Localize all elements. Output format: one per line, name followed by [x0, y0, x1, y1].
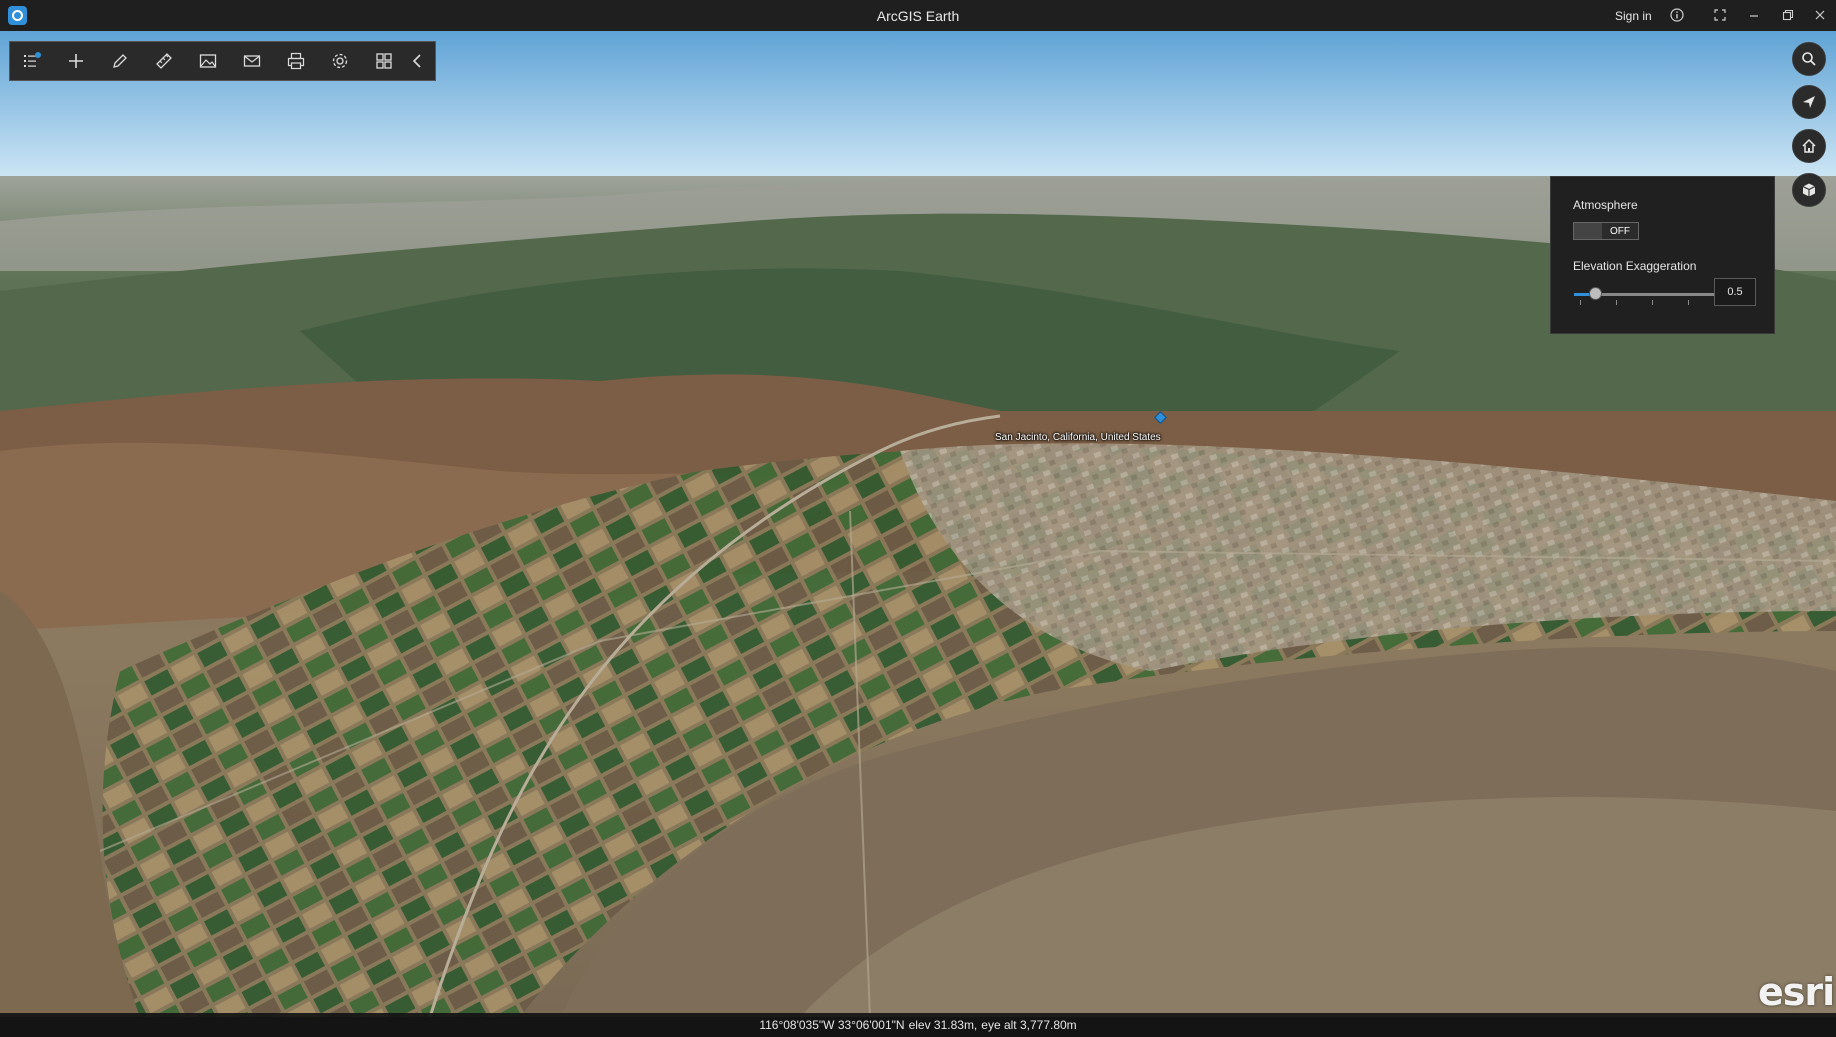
coordinates-readout: 116°08'035"W 33°06'001"N	[759, 1018, 905, 1032]
info-icon[interactable]	[1669, 7, 1685, 23]
plus-icon[interactable]	[54, 42, 98, 80]
status-bar: 116°08'035"W 33°06'001"N elev 31.83m, ey…	[0, 1013, 1836, 1037]
search-button[interactable]	[1792, 42, 1826, 76]
scene-settings-panel: Atmosphere OFF Elevation Exaggeration 0.…	[1550, 176, 1775, 334]
eye-altitude-readout: eye alt 3,777.80m	[981, 1018, 1077, 1032]
fullscreen-icon[interactable]	[1712, 7, 1728, 23]
scene-settings-button[interactable]	[1792, 173, 1826, 207]
navigation-arrow-icon	[1803, 96, 1815, 108]
search-icon	[1802, 52, 1816, 66]
arcgis-earth-window: ArcGIS Earth Sign in San Jacinto, Califo…	[0, 0, 1836, 1037]
restore-icon[interactable]	[1780, 7, 1796, 23]
image-icon[interactable]	[186, 42, 230, 80]
atmosphere-state: OFF	[1610, 225, 1630, 237]
ruler-icon[interactable]	[142, 42, 186, 80]
atmosphere-toggle[interactable]: OFF	[1573, 222, 1639, 240]
main-toolbar	[9, 41, 436, 81]
navigate-button[interactable]	[1792, 85, 1826, 119]
sign-in-link[interactable]: Sign in	[1615, 9, 1652, 23]
pencil-icon[interactable]	[98, 42, 142, 80]
minimize-icon[interactable]	[1746, 7, 1762, 23]
chevron-left-icon[interactable]	[406, 42, 430, 80]
mail-icon[interactable]	[230, 42, 274, 80]
elevation-exaggeration-input[interactable]: 0.5	[1714, 278, 1756, 306]
home-icon	[1802, 138, 1816, 153]
gear-icon[interactable]	[318, 42, 362, 80]
window-title: ArcGIS Earth	[876, 8, 960, 24]
grid-icon[interactable]	[362, 42, 406, 80]
title-bar: ArcGIS Earth Sign in	[0, 0, 1836, 31]
atmosphere-label: Atmosphere	[1573, 198, 1638, 212]
app-logo-icon	[8, 6, 27, 25]
cube-icon	[1802, 183, 1816, 197]
slider-handle[interactable]	[1588, 287, 1602, 300]
esri-logo: esri	[1758, 970, 1835, 1014]
layers-list-icon[interactable]	[10, 42, 54, 80]
printer-icon[interactable]	[274, 42, 318, 80]
home-button[interactable]	[1792, 129, 1826, 163]
elevation-readout: elev 31.83m,	[908, 1018, 978, 1032]
close-icon[interactable]	[1812, 7, 1828, 23]
place-label[interactable]: San Jacinto, California, United States	[995, 432, 1161, 443]
elevation-exaggeration-label: Elevation Exaggeration	[1573, 259, 1697, 273]
